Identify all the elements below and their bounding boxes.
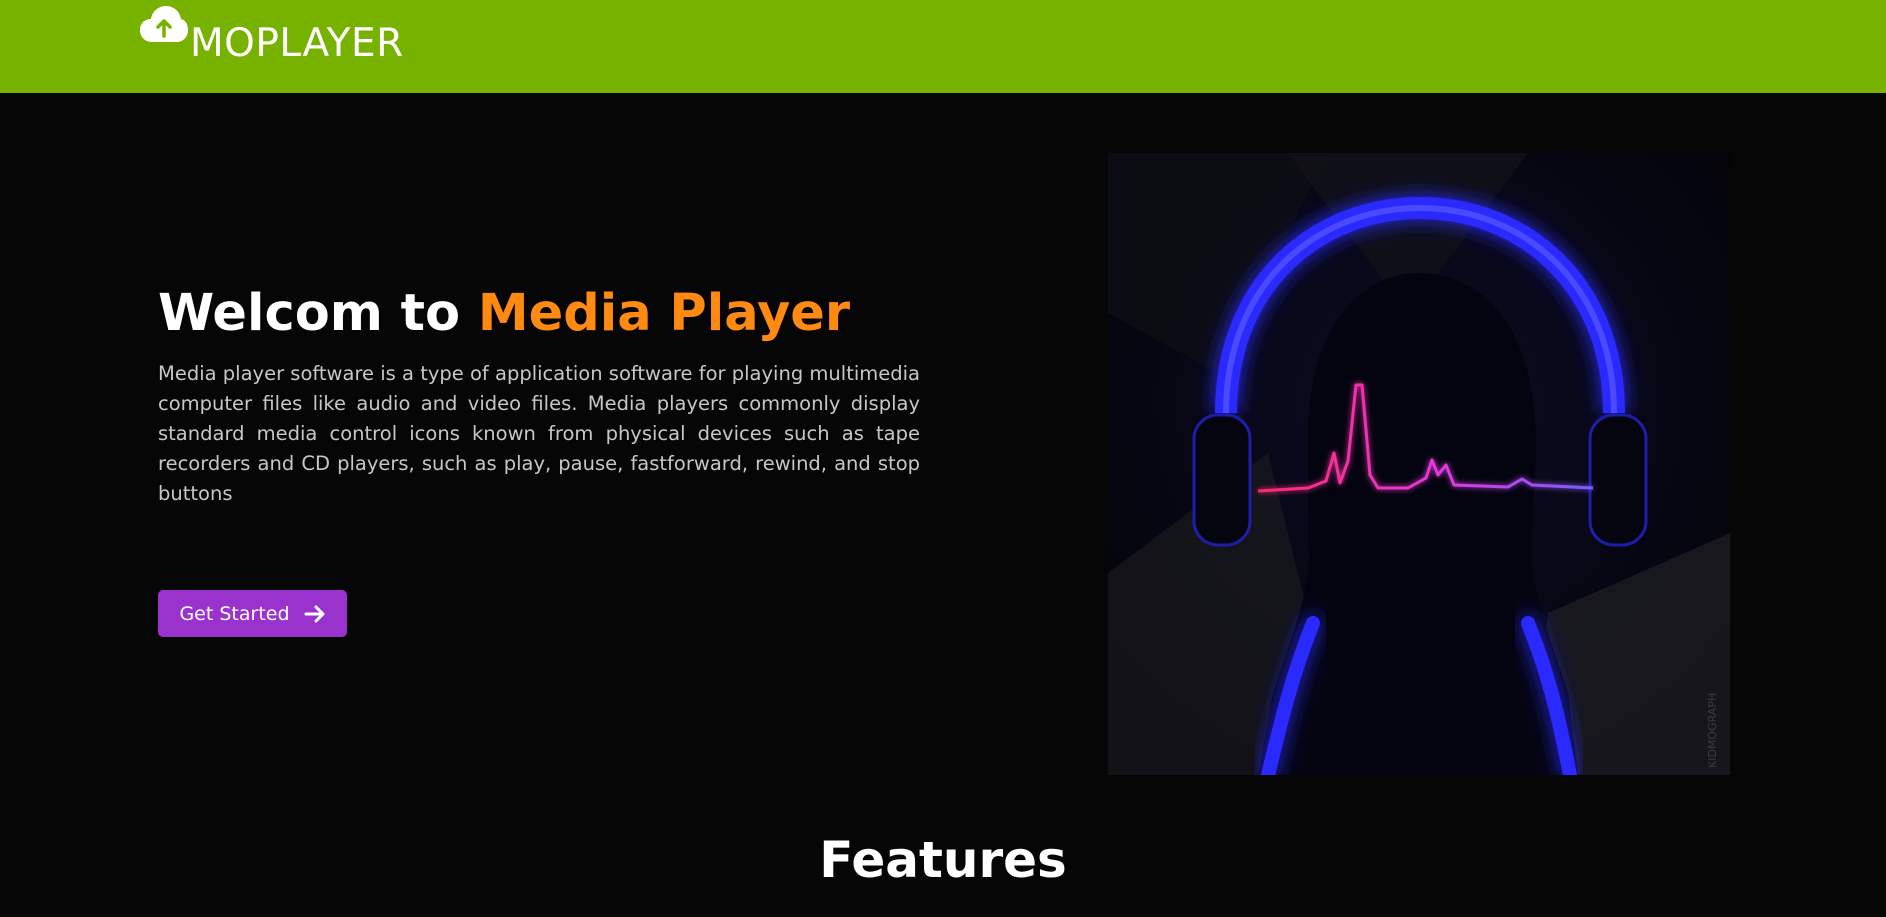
- hero-description: Media player software is a type of appli…: [158, 362, 920, 505]
- hero-title: Welcom to Media Player: [158, 288, 850, 339]
- brand-name: MOPLAYER: [190, 21, 404, 66]
- hero-title-accent: Media Player: [477, 284, 851, 343]
- arrow-right-icon: [304, 605, 325, 622]
- image-watermark: KIDMOGRAPH: [1706, 693, 1719, 768]
- get-started-button[interactable]: Get Started: [158, 590, 347, 637]
- navbar: MOPLAYER: [0, 0, 1886, 93]
- headphones-illustration: KIDMOGRAPH: [1108, 153, 1730, 775]
- features-heading: Features: [819, 831, 1067, 889]
- get-started-label: Get Started: [179, 602, 290, 625]
- headphones-artwork: KIDMOGRAPH: [1108, 153, 1730, 775]
- cloud-upload-icon: [140, 6, 188, 42]
- hero-title-prefix: Welcom to: [158, 284, 478, 343]
- hero-section: Welcom to Media Player Media player soft…: [0, 93, 1886, 917]
